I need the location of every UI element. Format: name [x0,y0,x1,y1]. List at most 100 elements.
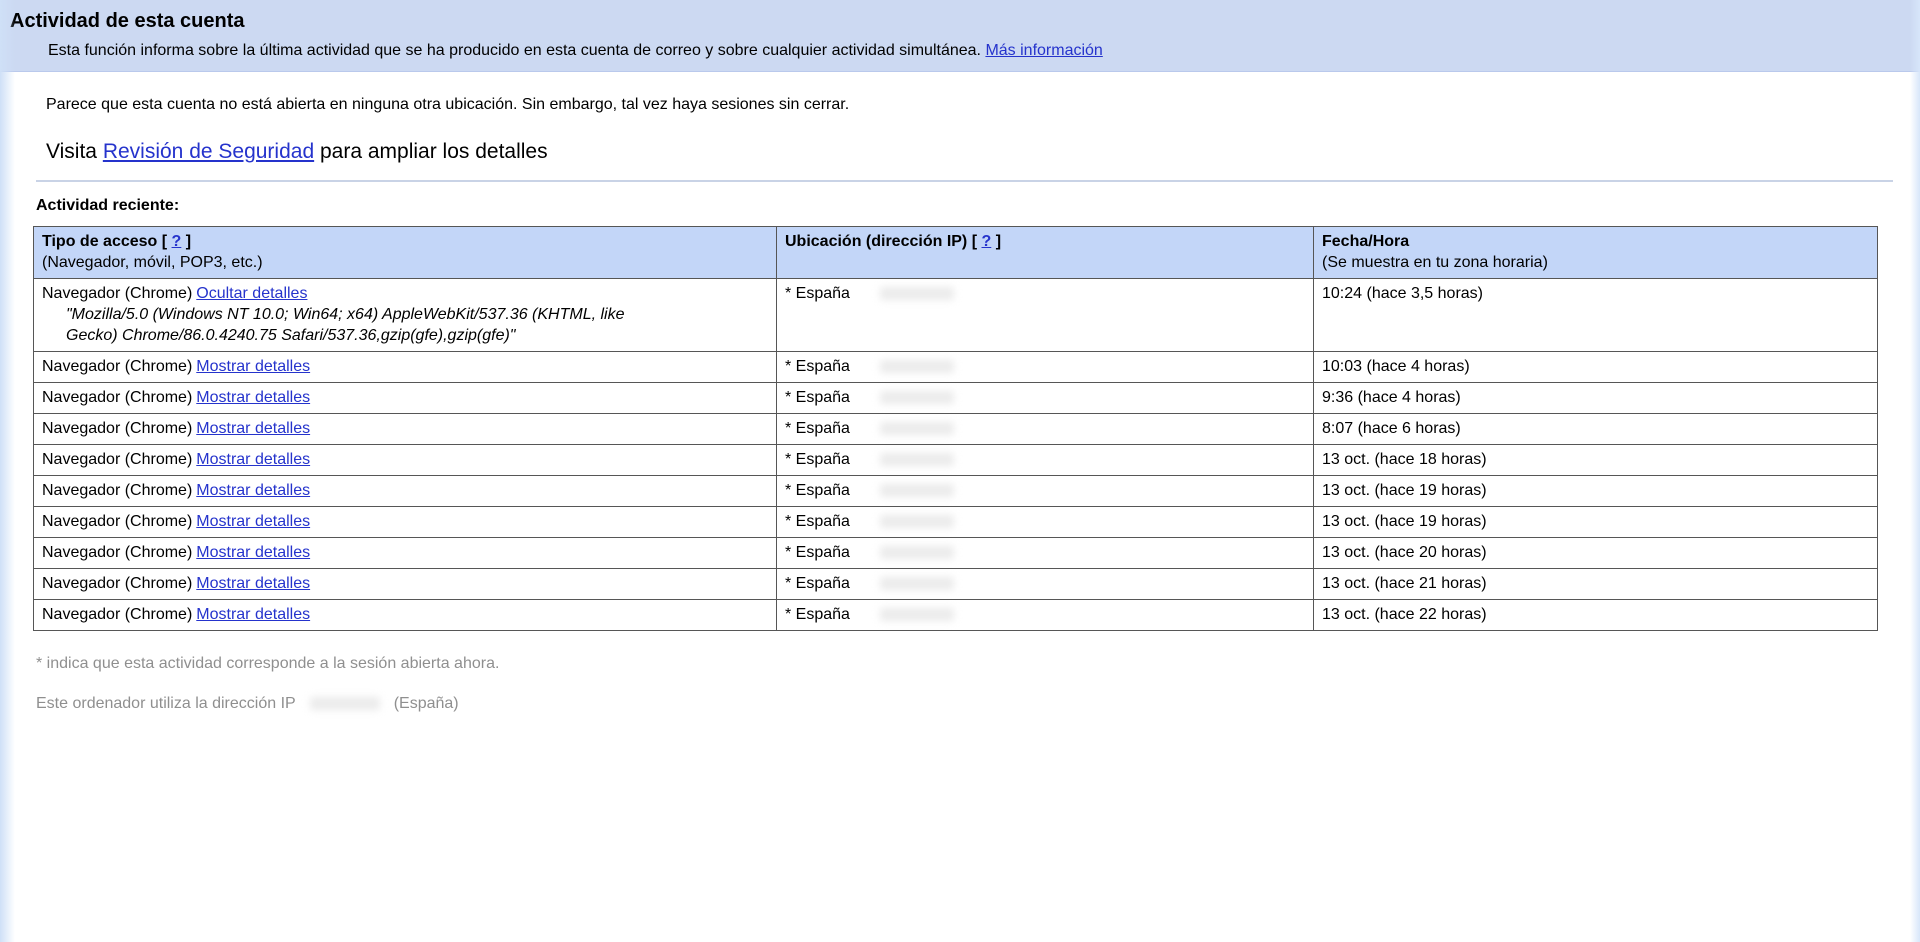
datetime-text: 13 oct. (hace 19 horas) [1322,513,1487,530]
location-text: * España [785,544,850,561]
location-cell: * España [776,475,1314,507]
table-row: Navegador (Chrome) Mostrar detalles * Esp… [33,351,1878,383]
activity-table: Tipo de acceso [ ? ] (Navegador, móvil, … [33,226,1878,631]
access-cell: Navegador (Chrome) Mostrar detalles [33,351,777,383]
redacted-ip-blur [309,697,380,711]
table-row: Navegador (Chrome) Ocultar detalles "Mozi… [33,278,1878,352]
location-text: * España [785,389,850,406]
details-toggle-link[interactable]: Mostrar detalles [196,513,310,530]
header-banner: Actividad de esta cuenta Esta función in… [0,0,1920,72]
access-cell: Navegador (Chrome) Mostrar detalles [33,413,777,445]
header-description-text: Esta función informa sobre la última act… [48,42,981,59]
redacted-ip-blur [879,391,954,405]
col-header-datetime: Fecha/Hora (Se muestra en tu zona horari… [1313,226,1878,279]
location-text: * España [785,285,850,302]
details-toggle-link[interactable]: Mostrar detalles [196,451,310,468]
redacted-ip-blur [879,287,954,301]
details-toggle-link[interactable]: Mostrar detalles [196,575,310,592]
datetime-text: 13 oct. (hace 20 horas) [1322,544,1487,561]
access-type-text: Navegador (Chrome) [42,606,193,623]
help-link-location[interactable]: ? [982,233,992,250]
security-review-suffix: para ampliar los detalles [319,140,548,163]
ip-note-suffix: (España) [393,695,459,712]
redacted-ip-blur [879,515,954,529]
datetime-text: 10:03 (hace 4 horas) [1322,358,1470,375]
current-ip-note: Este ordenador utiliza la dirección IP (E… [0,673,1920,713]
details-toggle-link[interactable]: Mostrar detalles [196,482,310,499]
access-type-text: Navegador (Chrome) [42,544,193,561]
header-description: Esta función informa sobre la última act… [0,33,1920,60]
col-header-location: Ubicación (dirección IP) [ ? ] [776,226,1314,279]
details-toggle-link[interactable]: Mostrar detalles [196,606,310,623]
security-review-link[interactable]: Revisión de Seguridad [103,140,314,163]
datetime-cell: 13 oct. (hace 19 horas) [1313,506,1878,538]
table-row: Navegador (Chrome) Mostrar detalles * Esp… [33,475,1878,507]
details-toggle-link[interactable]: Mostrar detalles [196,544,310,561]
recent-activity-label: Actividad reciente: [36,197,180,214]
datetime-cell: 13 oct. (hace 19 horas) [1313,475,1878,507]
location-cell: * España [776,278,1314,352]
table-row: Navegador (Chrome) Mostrar detalles * Esp… [33,599,1878,631]
location-text: * España [785,575,850,592]
redacted-ip-blur [879,577,954,591]
location-text: * España [785,482,850,499]
table-header-row: Tipo de acceso [ ? ] (Navegador, móvil, … [33,226,1878,279]
redacted-ip-blur [879,360,954,374]
datetime-text: 9:36 (hace 4 horas) [1322,389,1461,406]
datetime-cell: 8:07 (hace 6 horas) [1313,413,1878,445]
access-type-text: Navegador (Chrome) [42,285,193,302]
datetime-cell: 10:24 (hace 3,5 horas) [1313,278,1878,352]
location-text: * España [785,420,850,437]
details-toggle-link[interactable]: Mostrar detalles [196,358,310,375]
access-cell: Navegador (Chrome) Ocultar detalles "Mozi… [33,278,777,352]
location-cell: * España [776,444,1314,476]
details-toggle-link[interactable]: Ocultar detalles [196,285,307,302]
datetime-cell: 9:36 (hace 4 horas) [1313,382,1878,414]
help-bracket: [ [161,233,168,250]
access-type-text: Navegador (Chrome) [42,482,193,499]
redacted-ip-blur [879,546,954,560]
table-row: Navegador (Chrome) Mostrar detalles * Esp… [33,568,1878,600]
help-link-access[interactable]: ? [172,233,182,250]
more-info-link[interactable]: Más información [985,42,1102,59]
access-cell: Navegador (Chrome) Mostrar detalles [33,506,777,538]
help-bracket: [ [971,233,978,250]
access-type-text: Navegador (Chrome) [42,420,193,437]
datetime-cell: 10:03 (hace 4 horas) [1313,351,1878,383]
datetime-text: 13 oct. (hace 22 horas) [1322,606,1487,623]
location-text: * España [785,513,850,530]
access-type-text: Navegador (Chrome) [42,451,193,468]
redacted-ip-blur [879,453,954,467]
datetime-cell: 13 oct. (hace 20 horas) [1313,537,1878,569]
datetime-text: 13 oct. (hace 18 horas) [1322,451,1487,468]
asterisk-note: * indica que esta actividad corresponde … [36,655,500,672]
access-cell: Navegador (Chrome) Mostrar detalles [33,599,777,631]
redacted-ip-blur [879,484,954,498]
datetime-text: 8:07 (hace 6 horas) [1322,420,1461,437]
user-agent-text: "Mozilla/5.0 (Windows NT 10.0; Win64; x6… [66,306,625,344]
details-toggle-link[interactable]: Mostrar detalles [196,389,310,406]
access-type-text: Navegador (Chrome) [42,513,193,530]
table-row: Navegador (Chrome) Mostrar detalles * Esp… [33,444,1878,476]
location-cell: * España [776,351,1314,383]
page-title: Actividad de esta cuenta [10,10,245,32]
table-row: Navegador (Chrome) Mostrar detalles * Esp… [33,382,1878,414]
location-cell: * España [776,568,1314,600]
access-cell: Navegador (Chrome) Mostrar detalles [33,382,777,414]
access-type-text: Navegador (Chrome) [42,389,193,406]
security-review-prefix: Visita [46,140,97,163]
details-toggle-link[interactable]: Mostrar detalles [196,420,310,437]
access-cell: Navegador (Chrome) Mostrar detalles [33,444,777,476]
ip-note-prefix: Este ordenador utiliza la dirección IP [36,695,296,712]
location-cell: * España [776,537,1314,569]
datetime-text: 10:24 (hace 3,5 horas) [1322,285,1483,302]
table-row: Navegador (Chrome) Mostrar detalles * Esp… [33,506,1878,538]
col-header-access: Tipo de acceso [ ? ] (Navegador, móvil, … [33,226,777,279]
location-text: * España [785,606,850,623]
datetime-cell: 13 oct. (hace 18 horas) [1313,444,1878,476]
location-cell: * España [776,382,1314,414]
table-row: Navegador (Chrome) Mostrar detalles * Esp… [33,413,1878,445]
status-text: Parece que esta cuenta no está abierta e… [46,96,850,113]
access-cell: Navegador (Chrome) Mostrar detalles [33,537,777,569]
datetime-cell: 13 oct. (hace 21 horas) [1313,568,1878,600]
